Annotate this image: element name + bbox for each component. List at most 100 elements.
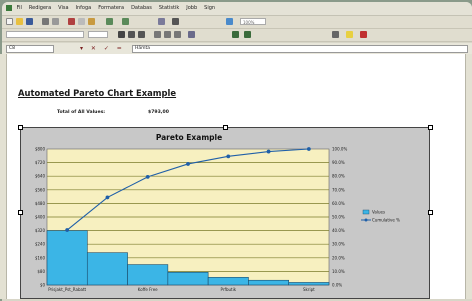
cut-icon[interactable] bbox=[68, 18, 75, 25]
bar bbox=[127, 264, 169, 286]
standard-toolbar: 100% bbox=[2, 16, 472, 29]
bold-icon[interactable] bbox=[118, 31, 125, 38]
chart-icon[interactable] bbox=[226, 18, 233, 25]
bar bbox=[207, 277, 249, 286]
menu-bar: Fil Redigera Visa Infoga Formatera Databas Sta… bbox=[2, 2, 472, 16]
bar bbox=[46, 230, 88, 286]
italic-icon[interactable] bbox=[128, 31, 135, 38]
bar bbox=[167, 271, 209, 286]
save-icon[interactable] bbox=[26, 18, 33, 25]
y-tick-label: $160 bbox=[35, 255, 46, 260]
legend-label-line: Cumulative % bbox=[372, 218, 400, 223]
menu-item-1[interactable]: Redigera bbox=[29, 5, 51, 11]
sort-icon[interactable] bbox=[158, 18, 165, 25]
formula-input[interactable]: Hämta bbox=[132, 45, 468, 53]
legend: Values Cumulative % bbox=[361, 210, 400, 223]
print-icon[interactable] bbox=[42, 18, 49, 25]
menu-item-7[interactable]: Jobb bbox=[186, 5, 197, 11]
cumulative-point bbox=[145, 174, 150, 179]
menu-item-8[interactable]: Sign bbox=[204, 5, 215, 11]
menu-item-3[interactable]: Infoga bbox=[76, 5, 92, 11]
total-value: $793,00 bbox=[148, 110, 169, 115]
resize-handle[interactable] bbox=[18, 210, 23, 215]
y2-tick-label: 10.0% bbox=[332, 269, 345, 274]
cumulative-point bbox=[105, 195, 110, 200]
y2-tick-label: 70.0% bbox=[332, 187, 345, 192]
legend-label-bars: Values bbox=[372, 210, 385, 215]
bar bbox=[86, 252, 128, 286]
preview-icon[interactable] bbox=[52, 18, 59, 25]
fill-color-icon[interactable] bbox=[346, 31, 353, 38]
menu-item-4[interactable]: Formatera bbox=[98, 5, 124, 11]
y-tick-label: $640 bbox=[35, 174, 46, 179]
bar bbox=[288, 282, 330, 286]
y-tick-label: $720 bbox=[35, 160, 46, 165]
redo-icon[interactable] bbox=[122, 18, 129, 25]
currency-icon[interactable] bbox=[232, 31, 239, 38]
align-right-icon[interactable] bbox=[174, 31, 181, 38]
merge-icon[interactable] bbox=[188, 31, 195, 38]
x-tick-label: Skript bbox=[303, 287, 315, 292]
paste-icon[interactable] bbox=[88, 18, 95, 25]
x-tick-label: Prfbutik bbox=[221, 287, 237, 292]
zoom-select[interactable]: 100% bbox=[240, 18, 266, 25]
y-tick-label: $320 bbox=[35, 228, 46, 233]
cumulative-point bbox=[186, 162, 190, 166]
font-select[interactable] bbox=[6, 31, 84, 38]
cumulative-point bbox=[266, 149, 271, 154]
y-tick-label: $240 bbox=[35, 242, 46, 247]
legend-marker bbox=[364, 218, 368, 222]
resize-handle[interactable] bbox=[428, 210, 433, 215]
chart-title: Pareto Example bbox=[156, 133, 222, 142]
x-tick-label: Prisjakt_Pst_Rabatt bbox=[48, 287, 86, 292]
menu-item-0[interactable]: Fil bbox=[17, 5, 22, 11]
total-label: Total of All Values: bbox=[57, 110, 106, 115]
y-tick-label: $80 bbox=[37, 269, 45, 274]
new-icon[interactable] bbox=[6, 18, 13, 25]
format-toolbar bbox=[2, 29, 472, 42]
percent-icon[interactable] bbox=[244, 31, 251, 38]
menu-item-5[interactable]: Databas bbox=[131, 5, 152, 11]
y2-tick-label: 60.0% bbox=[332, 201, 345, 206]
y2-tick-label: 0.0% bbox=[332, 283, 342, 288]
font-size-select[interactable] bbox=[88, 31, 108, 38]
open-icon[interactable] bbox=[16, 18, 23, 25]
menu-item-6[interactable]: Statistik bbox=[159, 5, 179, 11]
undo-icon[interactable] bbox=[106, 18, 113, 25]
y2-tick-label: 80.0% bbox=[332, 174, 345, 179]
bar bbox=[248, 279, 290, 286]
align-left-icon[interactable] bbox=[154, 31, 161, 38]
border-icon[interactable] bbox=[332, 31, 339, 38]
formula-icons[interactable]: ▾ ✕ ✓ = bbox=[80, 44, 125, 54]
pareto-chart[interactable]: Pareto Example $0 0.0% $80 10.0% $160 20.0% $2… bbox=[21, 128, 429, 298]
page-title: Automated Pareto Chart Example bbox=[18, 88, 177, 98]
font-color-icon[interactable] bbox=[360, 31, 367, 38]
y2-tick-label: 40.0% bbox=[332, 228, 345, 233]
y2-tick-label: 50.0% bbox=[332, 215, 345, 220]
sum-icon[interactable] bbox=[172, 18, 179, 25]
app-icon bbox=[6, 4, 12, 11]
vertical-scrollbar[interactable] bbox=[465, 54, 472, 299]
y2-tick-label: 30.0% bbox=[332, 242, 345, 247]
resize-handle[interactable] bbox=[18, 125, 23, 130]
underline-icon[interactable] bbox=[138, 31, 145, 38]
resize-handle[interactable] bbox=[223, 125, 228, 130]
y2-tick-label: 20.0% bbox=[332, 255, 345, 260]
y-tick-label: $0 bbox=[40, 283, 46, 288]
resize-handle[interactable] bbox=[428, 125, 433, 130]
y2-tick-label: 100.0% bbox=[332, 147, 347, 152]
y-tick-label: $480 bbox=[35, 201, 46, 206]
row-headers[interactable] bbox=[0, 54, 7, 299]
copy-icon[interactable] bbox=[78, 18, 85, 25]
cumulative-point bbox=[226, 154, 231, 159]
menu-item-2[interactable]: Visa bbox=[58, 5, 68, 11]
y-tick-label: $800 bbox=[35, 147, 46, 152]
chart-object[interactable]: Pareto Example $0 0.0% $80 10.0% $160 20.0% $2… bbox=[20, 127, 430, 299]
x-tick-label: Koffe Free bbox=[138, 287, 158, 292]
align-center-icon[interactable] bbox=[164, 31, 171, 38]
y-tick-label: $560 bbox=[35, 187, 46, 192]
y-tick-label: $400 bbox=[35, 215, 46, 220]
y2-tick-label: 90.0% bbox=[332, 160, 345, 165]
cell-reference-box[interactable]: C8 bbox=[6, 45, 54, 53]
cumulative-point bbox=[65, 228, 70, 232]
